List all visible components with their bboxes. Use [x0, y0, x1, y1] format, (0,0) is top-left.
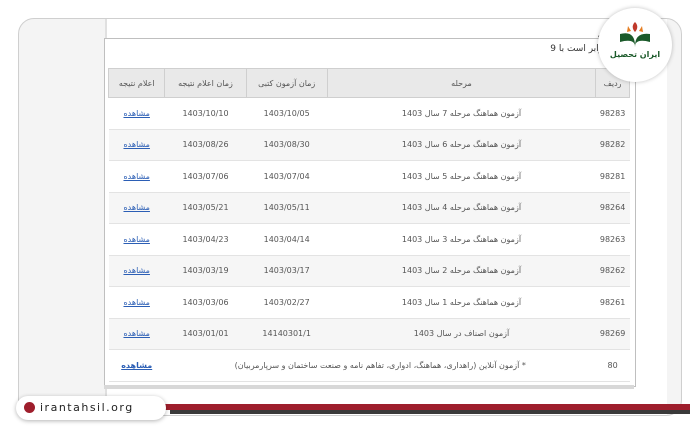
row-stage: آزمون هماهنگ مرحله 7 سال 1403	[327, 97, 596, 130]
site-url: irantahsil.org	[40, 401, 134, 414]
row-exam-date: 1403/10/05	[246, 97, 328, 130]
row-result-date: 1403/08/26	[164, 129, 247, 161]
table-row: 98281 آزمون هماهنگ مرحله 5 سال 1403 1403…	[108, 160, 630, 193]
row-result-date: 1403/03/06	[164, 286, 247, 319]
table-row: 98264 آزمون هماهنگ مرحله 4 سال 1403 1403…	[108, 192, 630, 224]
view-result-link[interactable]: مشاهده	[108, 160, 165, 193]
row-id: 98283	[595, 97, 630, 130]
row-id: 98261	[595, 286, 630, 319]
row-id: 98269	[595, 318, 630, 350]
results-table: ردیف مرحله زمان آزمون کتبی زمان اعلام نت…	[107, 68, 630, 382]
view-result-link[interactable]: مشاهده	[108, 97, 165, 130]
table-row: 98261 آزمون هماهنگ مرحله 1 سال 1403 1403…	[108, 286, 630, 319]
row-id: 98263	[595, 223, 630, 256]
footer-dark-bar	[170, 410, 690, 414]
row-id: 98264	[595, 192, 630, 224]
header-stage: مرحله	[326, 68, 597, 98]
table-row: 98269 آزمون اصناف در سال 1403 14140301/1…	[108, 318, 630, 350]
horizontal-scrollbar[interactable]	[104, 385, 634, 389]
header-exam-date: زمان آزمون کتبی	[245, 68, 328, 98]
view-result-link[interactable]: مشاهده	[108, 286, 165, 319]
row-exam-date: 1403/02/27	[246, 286, 328, 319]
view-result-link[interactable]: مشاهده	[108, 192, 165, 224]
row-stage: آزمون هماهنگ مرحله 2 سال 1403	[327, 255, 596, 287]
row-id: 98282	[595, 129, 630, 161]
logo: ایران تحصیل	[598, 8, 672, 82]
row-exam-date: 1403/03/17	[246, 255, 328, 287]
row-stage: آزمون هماهنگ مرحله 3 سال 1403	[327, 223, 596, 256]
row-result-date: 1403/01/01	[164, 318, 247, 350]
row-result-date: 1403/07/06	[164, 160, 247, 193]
row-exam-date: 1403/04/14	[246, 223, 328, 256]
row-result-date: 1403/03/19	[164, 255, 247, 287]
row-exam-date: 14140301/1	[246, 318, 328, 350]
site-url-badge[interactable]: irantahsil.org	[16, 396, 166, 420]
row-result-date: 1403/05/21	[164, 192, 247, 224]
row-stage: آزمون هماهنگ مرحله 5 سال 1403	[327, 160, 596, 193]
view-result-link[interactable]: مشاهده	[108, 349, 165, 382]
row-result-date: 1403/04/23	[164, 223, 247, 256]
row-stage: آزمون هماهنگ مرحله 4 سال 1403	[327, 192, 596, 224]
table-row: 98282 آزمون هماهنگ مرحله 6 سال 1403 1403…	[108, 129, 630, 161]
globe-icon	[24, 402, 35, 413]
row-id: 98281	[595, 160, 630, 193]
row-exam-date: 1403/05/11	[246, 192, 328, 224]
row-exam-date: 1403/07/04	[246, 160, 328, 193]
view-result-link[interactable]: مشاهده	[108, 129, 165, 161]
row-stage: آزمون اصناف در سال 1403	[327, 318, 596, 350]
table-row: 80 * آزمون آنلاین (راهداری، هماهنگ، ادوا…	[108, 349, 630, 382]
header-result: اعلام نتیجه	[107, 68, 166, 98]
table-header-row: ردیف مرحله زمان آزمون کتبی زمان اعلام نت…	[107, 68, 630, 98]
row-result-date: 1403/10/10	[164, 97, 247, 130]
view-result-link[interactable]: مشاهده	[108, 318, 165, 350]
header-result-date: زمان اعلام نتیجه	[164, 68, 247, 98]
logo-text: ایران تحصیل	[609, 50, 661, 59]
row-stage: آزمون هماهنگ مرحله 1 سال 1403	[327, 286, 596, 319]
table-row: 98262 آزمون هماهنگ مرحله 2 سال 1403 1403…	[108, 255, 630, 287]
table-row: 98263 آزمون هماهنگ مرحله 3 سال 1403 1403…	[108, 223, 630, 256]
row-id: 80	[595, 349, 630, 382]
row-stage: آزمون هماهنگ مرحله 6 سال 1403	[327, 129, 596, 161]
book-flame-icon	[620, 22, 650, 47]
row-exam-date: 1403/08/30	[246, 129, 328, 161]
row-stage: * آزمون آنلاین (راهداری، هماهنگ، ادواری،…	[164, 349, 596, 382]
view-result-link[interactable]: مشاهده	[108, 223, 165, 256]
table-row: 98283 آزمون هماهنگ مرحله 7 سال 1403 1403…	[108, 97, 630, 130]
view-result-link[interactable]: مشاهده	[108, 255, 165, 287]
row-id: 98262	[595, 255, 630, 287]
